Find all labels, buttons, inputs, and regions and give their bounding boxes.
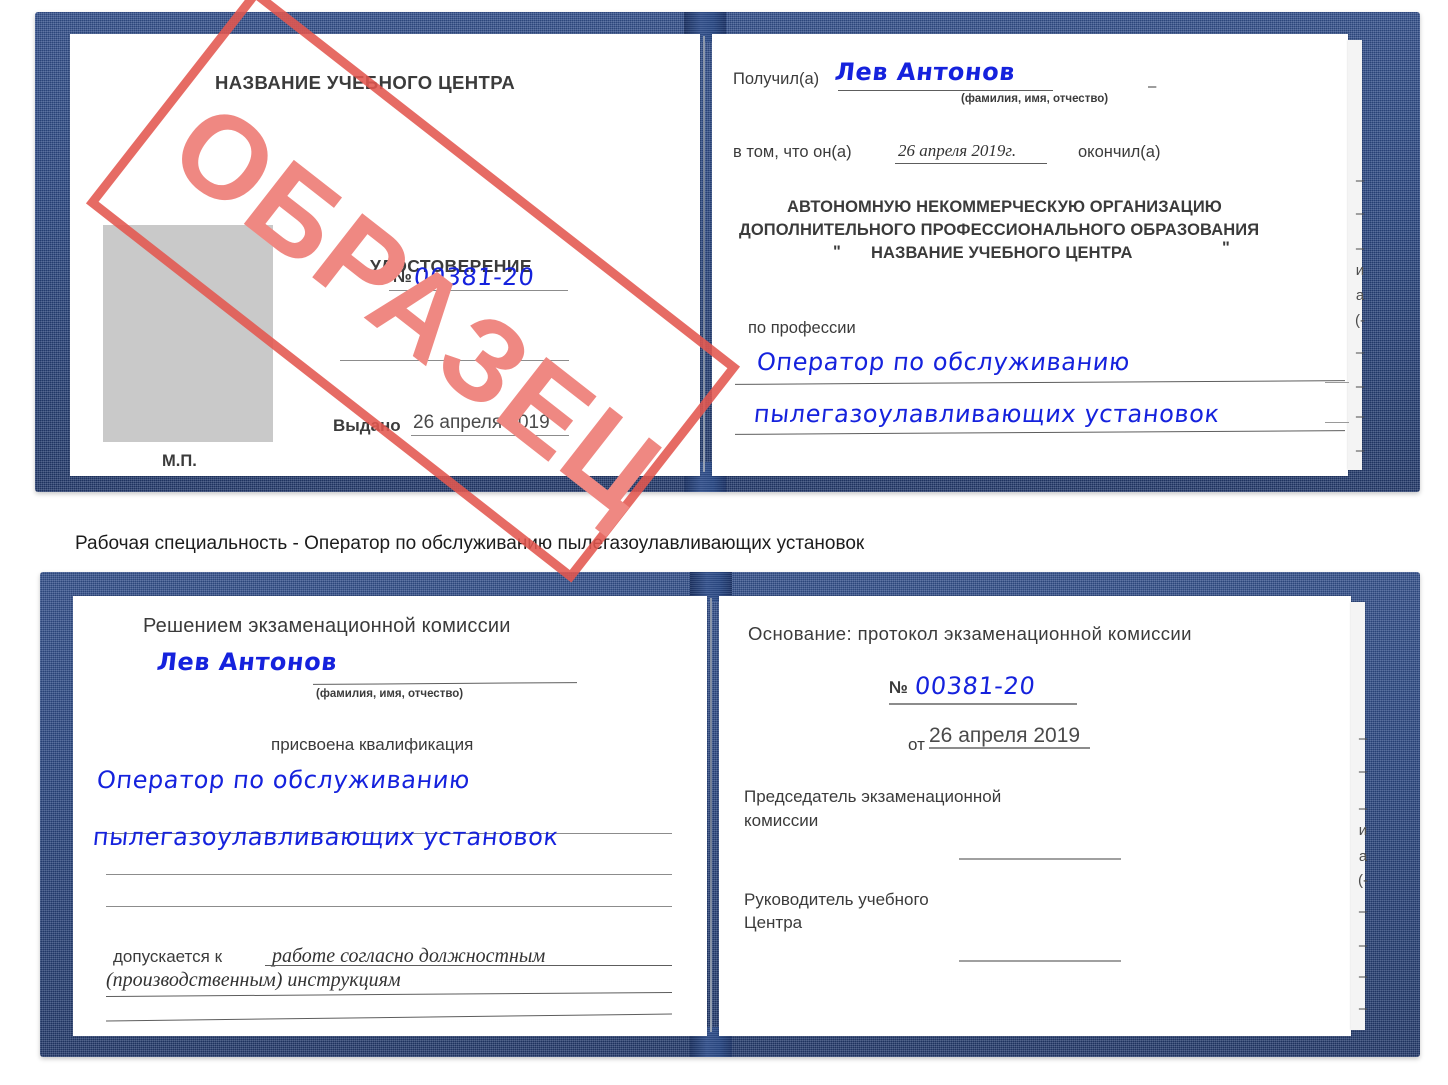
top-right-received-value: Лев Антонов (833, 58, 1017, 86)
top-right-completion-rule (895, 163, 1047, 164)
top-right-profession-label: по профессии (748, 319, 856, 337)
top-left-seal-label: М.П. (162, 452, 197, 470)
top-left-number-label: № (393, 267, 412, 286)
top-right-org-quote-open: " (833, 243, 841, 261)
top-right-completion-date: 26 апреля 2019г. (898, 141, 1017, 160)
top-right-org-quote-close: " (1222, 239, 1230, 257)
top-edge-rule-2 (1325, 422, 1349, 423)
bottom-left-admitted-line2: (производственным) инструкциям (106, 969, 401, 991)
bottom-right-number-rule (889, 703, 1077, 705)
bottom-right-head-line1: Руководитель учебного (744, 890, 929, 909)
bottom-left-student-name: Лев Антонов (155, 648, 339, 676)
bottom-left-qual-line2: пылегазоулавливающих установок (91, 823, 561, 851)
top-right-that-label: в том, что он(а) (733, 143, 852, 161)
bottom-left-blank-rule1 (106, 906, 672, 907)
bottom-right-chairman-signature-rule (959, 858, 1121, 860)
bottom-left-commission-line: Решением экзаменационной комиссии (143, 615, 511, 637)
top-left-issued-label: Выдано (333, 416, 401, 435)
bottom-left-qualification-label: присвоена квалификация (271, 735, 474, 754)
certificate-top-spine-line (703, 36, 705, 472)
top-left-issued-rule (411, 435, 569, 436)
top-edge-rule-1 (1325, 382, 1349, 383)
top-left-number-rule (389, 290, 568, 291)
top-left-center-name: НАЗВАНИЕ УЧЕБНОГО ЦЕНТРА (215, 72, 516, 93)
top-right-fio-hint: (фамилия, имя, отчество) (961, 93, 1109, 105)
bottom-right-head-signature-rule (959, 960, 1121, 962)
certificate-bottom-spine-line (710, 598, 712, 1032)
bottom-left-fio-hint: (фамилия, имя, отчество) (316, 688, 464, 700)
bottom-left-qual-line1: Оператор по обслуживанию (95, 766, 472, 794)
bottom-right-number-label: № (889, 678, 908, 697)
bottom-right-date-rule (929, 747, 1090, 749)
top-left-blank-rule (340, 360, 569, 361)
bottom-left-admitted-label: допускается к (113, 947, 223, 966)
top-right-org-name: НАЗВАНИЕ УЧЕБНОГО ЦЕНТРА (871, 244, 1133, 262)
top-right-profession-line1: Оператор по обслуживанию (755, 348, 1132, 376)
bottom-right-number-value: 00381-20 (913, 672, 1037, 700)
bottom-right-date-value: 26 апреля 2019 (929, 724, 1081, 747)
photo-placeholder (103, 225, 273, 442)
bottom-right-head-line2: Центра (744, 913, 803, 932)
top-right-received-label: Получил(а) (733, 70, 820, 88)
top-right-received-rule (838, 90, 1053, 91)
bottom-right-chairman-line2: комиссии (744, 811, 819, 830)
page-caption: Рабочая специальность - Оператор по обсл… (75, 533, 865, 554)
top-left-number-value: 00381-20 (412, 263, 536, 291)
bottom-right-chairman-line1: Председатель экзаменационной (744, 787, 1002, 806)
top-left-issued-value: 26 апреля 2019 (413, 412, 550, 433)
top-right-org-line1: АВТОНОМНУЮ НЕКОММЕРЧЕСКУЮ ОРГАНИЗАЦИЮ (787, 198, 1222, 216)
bottom-left-admitted-rule1 (265, 965, 672, 966)
bottom-right-date-label: от (908, 735, 925, 754)
top-right-profession-line2: пылегазоулавливающих установок (752, 400, 1222, 428)
top-right-finished-label: окончил(а) (1078, 143, 1161, 161)
bottom-right-basis-label: Основание: протокол экзаменационной коми… (748, 623, 1192, 644)
top-right-dash-1: – (1148, 78, 1157, 95)
bottom-left-qual-rule2 (106, 874, 672, 875)
top-right-org-line2: ДОПОЛНИТЕЛЬНОГО ПРОФЕССИОНАЛЬНОГО ОБРАЗО… (739, 221, 1260, 239)
